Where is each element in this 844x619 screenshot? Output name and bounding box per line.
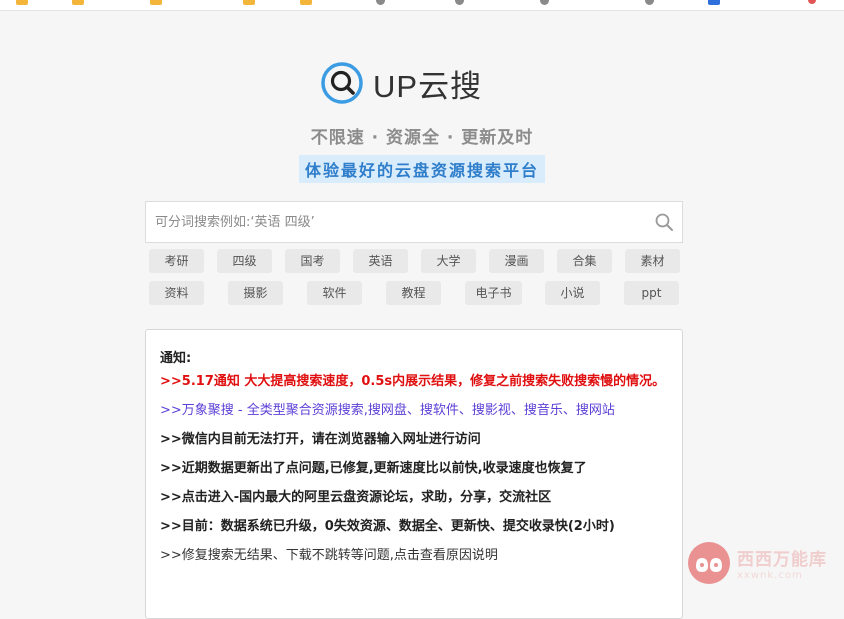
hot-tag[interactable]: 素材 bbox=[625, 249, 680, 273]
bookmark-globe-icon[interactable] bbox=[376, 0, 385, 5]
hot-tag[interactable]: 国考 bbox=[285, 249, 340, 273]
subtitle-wrap: 体验最好的云盘资源搜索平台 bbox=[0, 155, 844, 183]
bookmark-site-icon[interactable] bbox=[708, 0, 720, 5]
watermark-sub: xxwnk.com bbox=[737, 570, 803, 581]
bookmark-globe-icon[interactable] bbox=[645, 0, 654, 5]
hot-tag[interactable]: 合集 bbox=[557, 249, 612, 273]
watermark-text: 西西万能库 xxwnk.com bbox=[737, 545, 827, 581]
bookmark-site-icon[interactable] bbox=[808, 0, 816, 4]
notice-item: >>微信内目前无法打开，请在浏览器输入网址进行访问 bbox=[160, 432, 481, 447]
hot-tags-row-2: 资料 摄影 软件 教程 电子书 小说 ppt bbox=[145, 281, 683, 305]
search-input[interactable] bbox=[146, 213, 646, 231]
hot-tag[interactable]: 小说 bbox=[545, 281, 600, 305]
notice-item: >>近期数据更新出了点问题,已修复,更新速度比以前快,收录速度也恢复了 bbox=[160, 461, 587, 476]
watermark-logo-icon bbox=[688, 542, 730, 584]
bookmark-folder-icon[interactable] bbox=[72, 0, 84, 5]
site-logo[interactable]: UP云搜 bbox=[320, 60, 530, 106]
notice-item: >>目前：数据系统已升级，0失效资源、数据全、更新快、提交收录快(2小时) bbox=[160, 519, 615, 534]
hot-tag[interactable]: 电子书 bbox=[465, 281, 522, 305]
hot-tag[interactable]: 四级 bbox=[217, 249, 272, 273]
hot-tag[interactable]: 摄影 bbox=[228, 281, 283, 305]
bookmark-folder-icon[interactable] bbox=[16, 0, 28, 5]
search-icon bbox=[655, 213, 673, 231]
hot-tag[interactable]: 教程 bbox=[386, 281, 441, 305]
slogan: 不限速 · 资源全 · 更新及时 bbox=[310, 128, 534, 148]
search-logo-icon bbox=[321, 62, 363, 104]
hot-tag[interactable]: 软件 bbox=[307, 281, 362, 305]
watermark: 西西万能库 xxwnk.com bbox=[687, 541, 827, 585]
bookmarks-bar bbox=[0, 0, 844, 11]
hot-tag[interactable]: 英语 bbox=[353, 249, 408, 273]
hot-tag[interactable]: 考研 bbox=[149, 249, 204, 273]
bookmark-folder-icon[interactable] bbox=[150, 0, 162, 5]
hot-tags-row-1: 考研 四级 国考 英语 大学 漫画 合集 素材 bbox=[145, 249, 683, 273]
hot-tag[interactable]: 漫画 bbox=[489, 249, 544, 273]
subtitle-banner: 体验最好的云盘资源搜索平台 bbox=[298, 155, 545, 183]
bookmark-globe-icon[interactable] bbox=[455, 0, 464, 5]
notice-link[interactable]: >>万象聚搜 - 全类型聚合资源搜索,搜网盘、搜软件、搜影视、搜音乐、搜网站 bbox=[160, 399, 668, 423]
bookmark-folder-icon[interactable] bbox=[300, 0, 312, 5]
notice-link[interactable]: >>修复搜索无结果、下载不跳转等问题,点击查看原因说明 bbox=[160, 544, 668, 568]
watermark-main: 西西万能库 bbox=[737, 550, 827, 570]
notice-link[interactable]: >>点击进入-国内最大的阿里云盘资源论坛，求助，分享，交流社区 bbox=[160, 486, 668, 510]
hot-tag[interactable]: 资料 bbox=[149, 281, 204, 305]
hot-tag[interactable]: 大学 bbox=[421, 249, 476, 273]
bookmark-folder-icon[interactable] bbox=[243, 0, 255, 5]
search-button[interactable] bbox=[646, 202, 682, 242]
brand-name: UP云搜 bbox=[373, 68, 483, 104]
notice-title: 通知: bbox=[160, 351, 192, 366]
hot-tag[interactable]: ppt bbox=[624, 281, 679, 305]
notice-panel: 通知: >>5.17通知 大大提高搜索速度，0.5s内展示结果，修复之前搜索失败… bbox=[145, 329, 683, 619]
bookmark-globe-icon[interactable] bbox=[540, 0, 549, 5]
search-box bbox=[145, 201, 683, 243]
notice-item: >>5.17通知 大大提高搜索速度，0.5s内展示结果，修复之前搜索失败搜索慢的… bbox=[160, 374, 666, 389]
